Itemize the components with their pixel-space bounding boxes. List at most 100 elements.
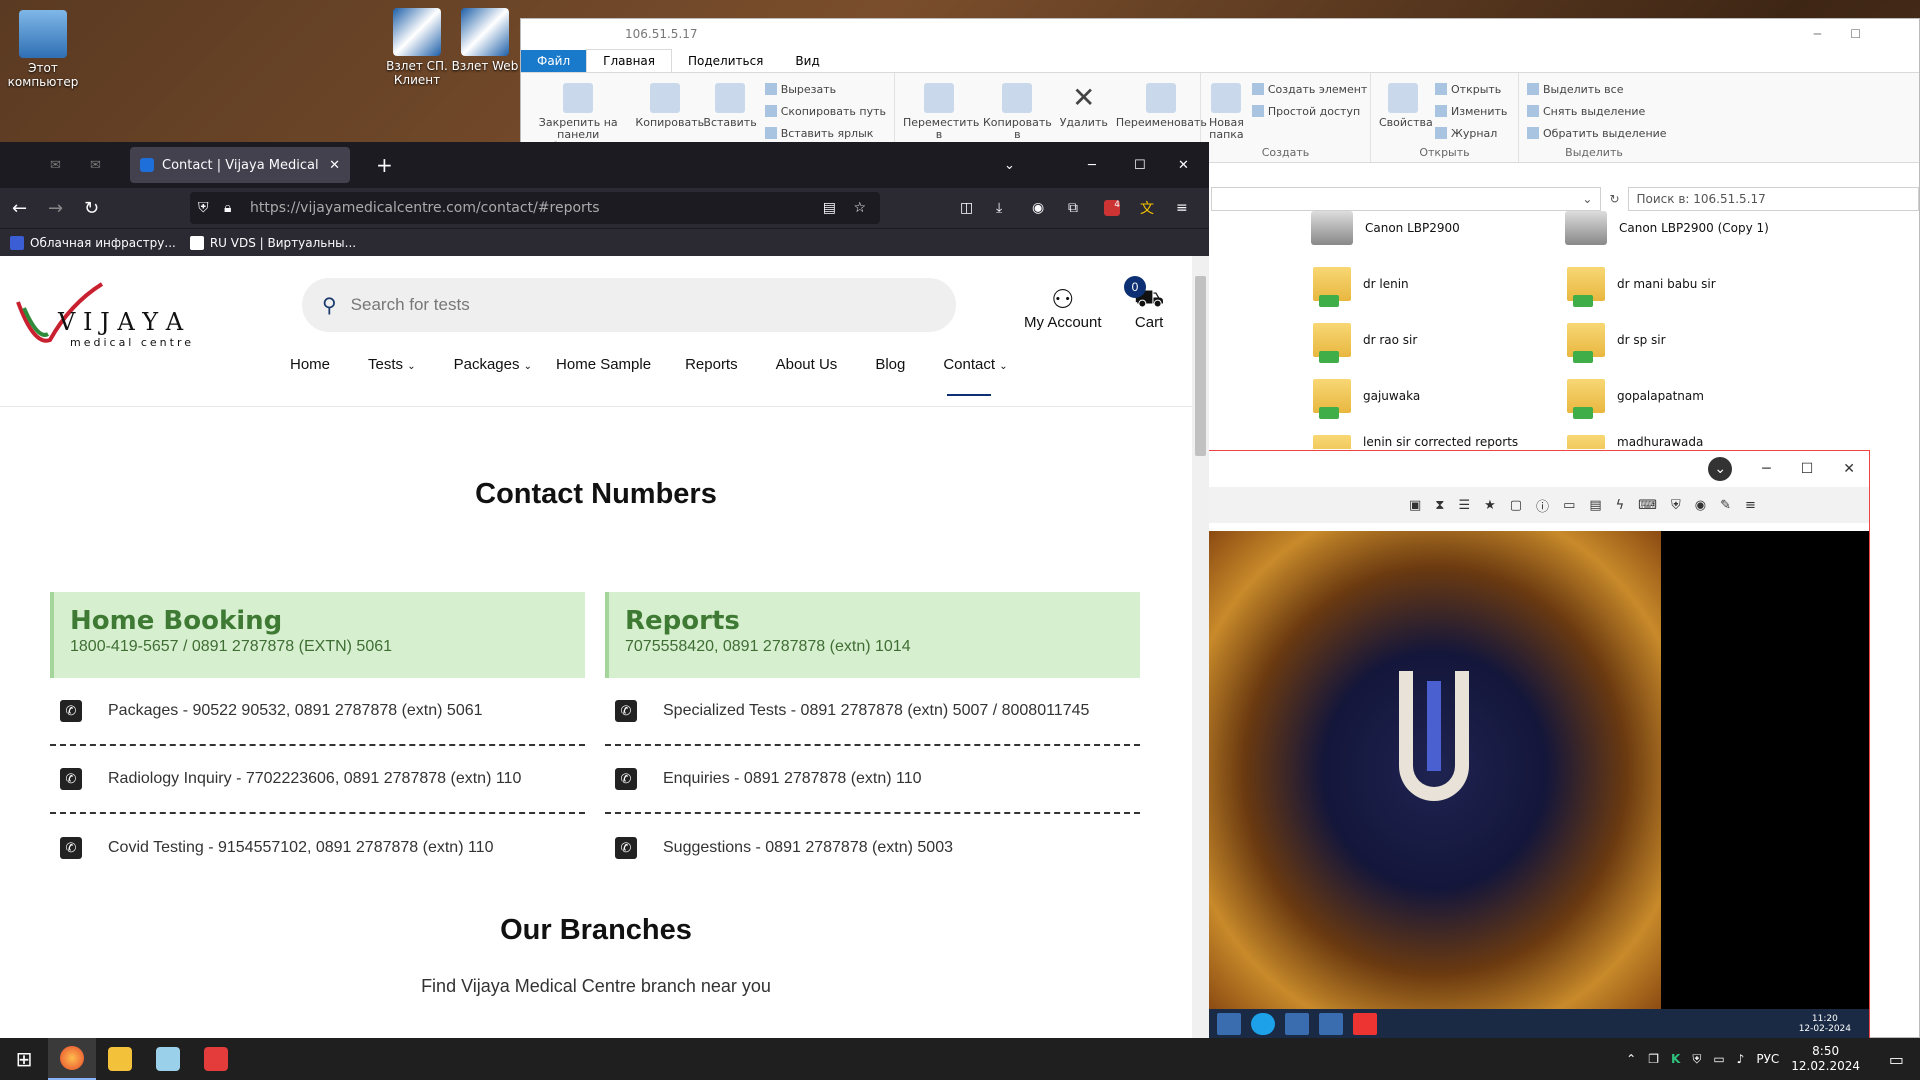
test-search-input[interactable]: ⚲ Search for tests xyxy=(302,278,956,332)
chevron-up-icon[interactable]: ⌃ xyxy=(1626,1052,1636,1066)
hourglass-icon[interactable]: ⧗ xyxy=(1435,498,1444,513)
taskbar-anydesk[interactable] xyxy=(192,1038,240,1080)
file-item[interactable]: Canon LBP2900 xyxy=(1311,211,1460,245)
close-tab-icon[interactable]: ✕ xyxy=(329,158,340,173)
image-viewer-window[interactable]: ⌄ ─ ☐ ✕ ▣ ⧗ ☰ ★ ▢ ⓘ ▭ ▤ ϟ ⌨ ⛨ ◉ ✎ ≡ 11:2… xyxy=(1208,450,1870,1040)
anydesk-icon[interactable] xyxy=(1353,1013,1377,1035)
info-icon[interactable]: ⓘ xyxy=(1536,496,1549,515)
tab-view[interactable]: Вид xyxy=(779,50,835,72)
address-dropdown[interactable]: ⌄ xyxy=(1211,187,1602,211)
bookmark-item[interactable]: RU VDS | Виртуальны... xyxy=(189,235,356,250)
shield-icon[interactable]: ⛨ xyxy=(1671,498,1681,513)
folder-item[interactable]: dr mani babu sir xyxy=(1567,267,1716,307)
reload-icon[interactable]: ↻ xyxy=(84,198,99,219)
skype-icon[interactable] xyxy=(1251,1013,1275,1035)
downloads-icon[interactable]: ⤓ xyxy=(996,200,1002,216)
tab-list-chevron-icon[interactable]: ⌄ xyxy=(1004,158,1015,173)
clock[interactable]: 8:50 12.02.2024 xyxy=(1791,1044,1860,1074)
nav-about-us[interactable]: About Us xyxy=(776,356,838,373)
open-button[interactable]: Открыть xyxy=(1435,79,1507,101)
download-icon[interactable]: ⌄ xyxy=(1708,457,1733,481)
tab-share[interactable]: Поделиться xyxy=(672,50,779,72)
cart-link[interactable]: ⛟ 0 Cart xyxy=(1124,276,1164,331)
menu-icon[interactable]: ≡ xyxy=(1745,498,1756,513)
desktop-icon-this-pc[interactable]: Этот компьютер xyxy=(0,10,86,89)
desktop-icon-vzlet-web[interactable]: Взлет Web xyxy=(450,8,520,73)
select-none-button[interactable]: Снять выделение xyxy=(1527,101,1667,123)
my-account-link[interactable]: ⚇ My Account xyxy=(1024,284,1102,331)
app-menu-icon[interactable]: ≡ xyxy=(1176,200,1188,216)
close-icon[interactable]: ✕ xyxy=(1178,158,1189,173)
folder-item[interactable]: madhurawada xyxy=(1567,435,1703,449)
network-icon[interactable]: ▭ xyxy=(1713,1052,1724,1066)
properties-button[interactable]: Свойства xyxy=(1379,79,1433,156)
select-all-button[interactable]: Выделить все xyxy=(1527,79,1667,101)
taskbar-firefox[interactable] xyxy=(48,1038,96,1080)
page-scrollbar[interactable] xyxy=(1192,256,1209,1040)
keyboard-icon[interactable]: ⌨ xyxy=(1638,498,1657,513)
browser-tab-active[interactable]: Contact | Vijaya Medical Centre ✕ xyxy=(130,147,350,183)
nav-home[interactable]: Home xyxy=(290,356,330,373)
folder-item[interactable]: dr rao sir xyxy=(1313,323,1417,363)
close-icon[interactable]: ✕ xyxy=(1843,461,1855,477)
url-bar[interactable]: ⛨ 🔒︎ https://vijayamedicalcentre.com/con… xyxy=(190,192,880,224)
invert-selection-button[interactable]: Обратить выделение xyxy=(1527,123,1667,145)
new-item-button[interactable]: Создать элемент xyxy=(1251,79,1367,101)
nav-contact[interactable]: Contact ⌄ xyxy=(943,356,1008,396)
file-item[interactable]: Canon LBP2900 (Copy 1) xyxy=(1565,211,1769,245)
back-icon[interactable]: ← xyxy=(12,198,27,219)
minimize-icon[interactable]: ─ xyxy=(1762,461,1770,477)
bookmark-star-icon[interactable]: ☆ xyxy=(853,200,866,216)
start-button[interactable]: ⊞ xyxy=(0,1038,48,1080)
tab-icon-gmail[interactable]: ✉ xyxy=(50,158,61,173)
explorer-search-input[interactable]: Поиск в: 106.51.5.17 xyxy=(1627,187,1919,211)
easy-access-button[interactable]: Простой доступ xyxy=(1251,101,1368,123)
database-icon[interactable]: ☰ xyxy=(1458,498,1470,513)
page-icon[interactable]: ▢ xyxy=(1510,498,1522,513)
edit-button[interactable]: Изменить xyxy=(1435,101,1507,123)
tab-home[interactable]: Главная xyxy=(586,49,672,72)
maximize-icon[interactable]: ☐ xyxy=(1801,461,1814,477)
ublock-icon[interactable]: 4 xyxy=(1104,200,1120,216)
bookmark-item[interactable]: Облачная инфрастру... xyxy=(10,235,176,250)
star-icon[interactable]: ★ xyxy=(1484,498,1496,513)
account-icon[interactable]: ◉ xyxy=(1032,200,1044,216)
tab-icon-gmail-2[interactable]: ✉ xyxy=(90,158,101,173)
app-icon[interactable] xyxy=(1285,1013,1309,1035)
tab-file[interactable]: Файл xyxy=(521,50,587,72)
folder-item[interactable]: dr lenin xyxy=(1313,267,1409,307)
pen-icon[interactable]: ✎ xyxy=(1720,498,1731,513)
language-indicator[interactable]: РУС xyxy=(1756,1052,1779,1066)
record-icon[interactable]: ◉ xyxy=(1695,498,1706,513)
app-icon[interactable] xyxy=(1319,1013,1343,1035)
app-icon[interactable] xyxy=(1217,1013,1241,1035)
folder-item[interactable]: dr sp sir xyxy=(1567,323,1666,363)
nav-home-sample[interactable]: Home Sample xyxy=(556,356,651,373)
lock-icon[interactable]: 🔒︎ xyxy=(224,200,231,216)
folder-item[interactable]: lenin sir corrected reports xyxy=(1313,435,1518,449)
history-button[interactable]: Журнал xyxy=(1435,123,1507,145)
shield-icon[interactable]: ⛨ xyxy=(1692,1052,1701,1067)
volume-icon[interactable]: ♪ xyxy=(1737,1052,1745,1066)
cut-button[interactable]: Вырезать xyxy=(764,79,886,101)
nav-packages[interactable]: Packages ⌄ xyxy=(454,356,532,373)
notification-icon[interactable]: ▭ xyxy=(1889,1050,1904,1069)
nav-reports[interactable]: Reports xyxy=(685,356,738,373)
shield-icon[interactable]: ⛨ xyxy=(198,200,209,216)
nav-blog[interactable]: Blog xyxy=(875,356,905,373)
lightning-icon[interactable]: ϟ xyxy=(1616,498,1625,513)
tool-icon[interactable]: ▣ xyxy=(1409,498,1421,513)
minimize-icon[interactable]: ─ xyxy=(1088,158,1096,173)
nav-tests[interactable]: Tests ⌄ xyxy=(368,356,416,373)
new-folder-button[interactable]: Новая папка xyxy=(1209,79,1244,156)
desktop-icon-vzlet-client[interactable]: Взлет СП. Клиент xyxy=(374,8,460,87)
folder-item[interactable]: gopalapatnam xyxy=(1567,379,1704,419)
translate-icon[interactable]: 文 xyxy=(1140,198,1154,218)
k-icon[interactable]: K xyxy=(1671,1052,1680,1066)
reader-icon[interactable]: ▤ xyxy=(823,200,836,216)
refresh-icon[interactable]: ↻ xyxy=(1609,187,1619,213)
screen-icon[interactable]: ▭ xyxy=(1563,498,1575,513)
scrollbar-thumb[interactable] xyxy=(1195,276,1206,456)
vijaya-logo[interactable]: V I J A Y A medical centre xyxy=(14,274,244,350)
maximize-icon[interactable]: ☐ xyxy=(1850,27,1861,41)
